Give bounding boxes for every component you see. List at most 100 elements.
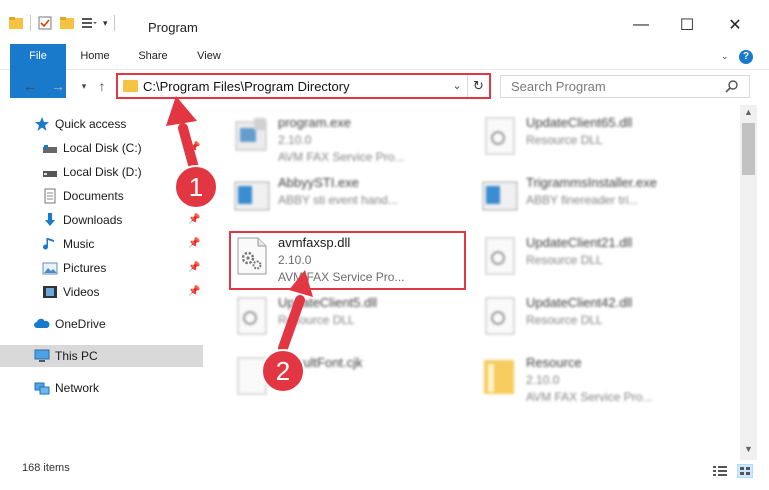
sidebar-item-label: Documents	[63, 189, 124, 203]
pin-icon: 📌	[188, 238, 201, 249]
properties-icon[interactable]	[37, 15, 53, 31]
close-button[interactable]: ✕	[712, 10, 758, 40]
pin-icon: 📌	[188, 262, 201, 273]
highlight-box	[229, 231, 466, 290]
tab-view[interactable]: View	[186, 44, 232, 69]
sidebar-item-label: Music	[63, 237, 95, 251]
dll-icon	[237, 297, 267, 335]
scroll-up-icon[interactable]: ▲	[740, 107, 757, 121]
sidebar-item-label: Videos	[63, 285, 100, 299]
maximize-button[interactable]: ☐	[664, 10, 710, 40]
file-version: 2.10.0	[278, 133, 312, 147]
file-item-defaultfont[interactable]: defaultFont.cjk File	[232, 350, 472, 404]
downloads-icon	[45, 213, 55, 226]
sidebar-item-videos[interactable]: Videos 📌	[0, 281, 203, 303]
pin-icon: 📌	[188, 190, 201, 201]
navigation-pane: Quick access Local Disk (C:) 📌 Local Dis…	[0, 108, 205, 460]
sidebar-item-documents[interactable]: Documents 📌	[0, 185, 203, 207]
search-placeholder: Search Program	[511, 79, 606, 94]
sidebar-item-label: Downloads	[63, 213, 123, 227]
scrollbar-thumb[interactable]	[742, 123, 755, 175]
folder-icon	[123, 80, 138, 92]
pictures-icon	[42, 262, 58, 275]
details-view-icon[interactable]	[712, 464, 728, 478]
toolbar-dropdown-icon[interactable]: ▾	[103, 18, 108, 29]
help-icon[interactable]: ?	[739, 50, 753, 64]
file-description: Resource DLL	[526, 313, 603, 327]
sidebar-item-local-disk-d[interactable]: Local Disk (D:)	[0, 161, 203, 183]
file-name: Resource	[526, 355, 582, 370]
file-item-trigrammsinstaller[interactable]: TrigrammsInstaller.exe ABBY finereader t…	[480, 170, 720, 224]
file-item-updateclient21[interactable]: UpdateClient21.dll Resource DLL	[480, 230, 720, 284]
pin-icon: 📌	[188, 286, 201, 297]
expand-ribbon-icon[interactable]: ⌄	[721, 51, 731, 61]
scroll-down-icon[interactable]: ▼	[740, 444, 757, 458]
sidebar-item-onedrive[interactable]: OneDrive	[0, 313, 203, 335]
exe-icon	[482, 181, 518, 211]
file-description: AVM FAX Service Pro...	[278, 150, 405, 164]
address-dropdown-icon[interactable]: ⌄	[449, 77, 465, 95]
file-name: AbbyySTI.exe	[278, 175, 359, 190]
drive-icon	[43, 145, 57, 153]
sidebar-item-network[interactable]: Network	[0, 377, 203, 399]
status-bar: 168 items	[0, 460, 769, 490]
sidebar-item-label: Quick access	[55, 117, 127, 131]
refresh-icon[interactable]: ↻	[467, 75, 489, 97]
large-icons-view-icon[interactable]	[737, 464, 753, 478]
file-item-updateclient65[interactable]: UpdateClient65.dll Resource DLL	[480, 110, 720, 164]
file-description: Resource DLL	[278, 313, 355, 327]
title-bar: ▾ Program — ☐ ✕	[0, 0, 769, 42]
item-count: 168 items	[22, 462, 70, 474]
title-separator	[113, 15, 115, 31]
file-name: UpdateClient5.dll	[278, 295, 378, 310]
ribbon: File Home Share View ⌄ ?	[0, 44, 769, 98]
dll-icon	[485, 297, 515, 335]
file-icon	[237, 357, 267, 395]
up-arrow-icon[interactable]: ↑	[92, 76, 112, 96]
sidebar-item-pictures[interactable]: Pictures 📌	[0, 257, 203, 279]
computer-icon	[34, 349, 50, 362]
dll-icon	[485, 117, 515, 155]
search-input[interactable]: Search Program	[500, 75, 750, 98]
sidebar-item-label: This PC	[55, 349, 98, 363]
tab-share[interactable]: Share	[130, 44, 176, 69]
sidebar-item-local-disk-c[interactable]: Local Disk (C:) 📌	[0, 137, 203, 159]
file-name: UpdateClient42.dll	[526, 295, 633, 310]
new-folder-icon[interactable]	[59, 15, 75, 31]
forward-arrow-icon[interactable]: →	[48, 76, 68, 96]
file-description: Resource DLL	[526, 253, 603, 267]
maximize-icon: ☐	[679, 17, 695, 34]
search-icon	[725, 80, 738, 93]
customize-toolbar-icon[interactable]	[81, 15, 97, 31]
minimize-button[interactable]: —	[618, 10, 664, 40]
cloud-icon	[34, 318, 50, 328]
address-path[interactable]: C:\Program Files\Program Directory	[143, 79, 350, 94]
toolbar-separator	[30, 15, 31, 31]
dll-icon	[485, 237, 515, 275]
sidebar-item-label: Local Disk (C:)	[63, 141, 142, 155]
file-item-resource[interactable]: Resource 2.10.0 AVM FAX Service Pro...	[480, 350, 720, 404]
quick-access-toolbar: ▾	[8, 14, 115, 32]
address-bar[interactable]: C:\Program Files\Program Directory ⌄ ↻	[116, 73, 491, 99]
sidebar-item-downloads[interactable]: Downloads 📌	[0, 209, 203, 231]
file-item-updateclient5[interactable]: UpdateClient5.dll Resource DLL	[232, 290, 472, 344]
window-title: Program	[148, 20, 198, 35]
videos-icon	[43, 286, 57, 298]
close-icon: ✕	[728, 17, 742, 34]
sidebar-item-label: Pictures	[63, 261, 107, 275]
sidebar-item-this-pc[interactable]: This PC	[0, 345, 203, 367]
sidebar-item-quick-access[interactable]: Quick access	[0, 113, 203, 135]
tab-home[interactable]: Home	[72, 44, 118, 69]
recent-locations-icon[interactable]: ▾	[74, 76, 94, 96]
file-name: defaultFont.cjk	[278, 355, 363, 370]
file-item-abbyysti[interactable]: AbbyySTI.exe ABBY sti event hand...	[232, 170, 472, 224]
file-item-updateclient42[interactable]: UpdateClient42.dll Resource DLL	[480, 290, 720, 344]
file-item-program-exe[interactable]: program.exe 2.10.0 AVM FAX Service Pro..…	[232, 110, 472, 164]
sidebar-item-music[interactable]: Music 📌	[0, 233, 203, 255]
back-arrow-icon[interactable]: ←	[20, 76, 40, 96]
network-icon	[34, 382, 50, 395]
star-icon	[35, 117, 49, 131]
file-type: File	[278, 373, 298, 387]
vertical-scrollbar[interactable]: ▲ ▼	[740, 105, 757, 460]
exe-icon	[234, 181, 270, 211]
